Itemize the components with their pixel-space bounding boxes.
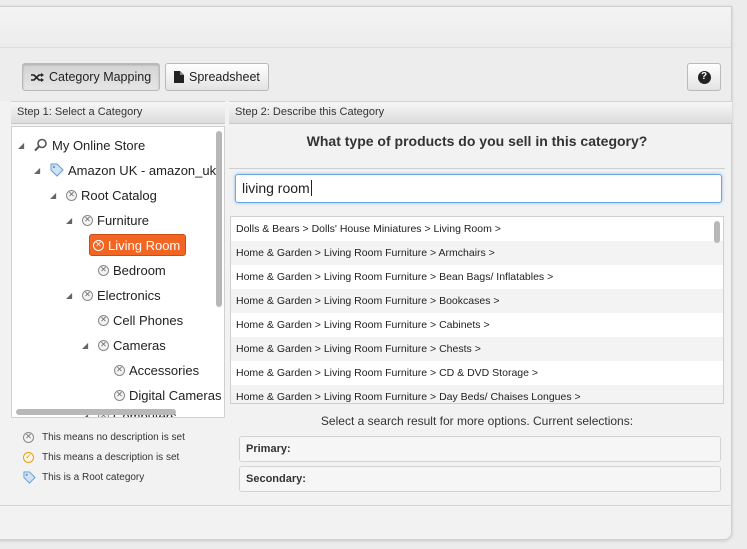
category-mapping-label: Category Mapping [49,70,152,84]
document-icon [174,71,184,83]
describe-panel: What type of products do you sell in thi… [229,125,725,503]
category-mapping-dialog: Category Mapping Spreadsheet ? Step 1: S… [0,6,732,540]
step1-header: Step 1: Select a Category [11,101,225,124]
legend: ✕ This means no description is set ✓ Thi… [11,427,225,487]
description-set-icon: ✓ [23,451,34,463]
tree-node-electronics[interactable]: ◢ ✕ Electronics [66,284,161,306]
search-result-row[interactable]: Home & Garden > Living Room Furniture > … [231,241,723,265]
tag-icon [50,163,64,177]
no-description-icon: ✕ [23,431,34,443]
tree-node-label: Amazon UK - amazon_uk [68,162,217,178]
tree-node-bedroom[interactable]: ✕ Bedroom [98,259,166,281]
legend-text: This is a Root category [42,471,145,483]
tree-node-label: Bedroom [113,262,166,278]
search-result-row[interactable]: Home & Garden > Living Room Furniture > … [231,337,723,361]
results-scrollbar[interactable] [714,221,720,243]
dialog-top-band [0,7,731,48]
no-description-icon: ✕ [114,389,125,401]
tree-node-living-room[interactable]: ✕ Living Room [89,234,187,256]
search-result-row[interactable]: Home & Garden > Living Room Furniture > … [231,265,723,289]
primary-selection: Primary: [239,436,721,462]
no-description-icon: ✕ [114,364,125,376]
bottom-divider [0,505,731,506]
legend-text: This means a description is set [42,451,180,463]
tree-node-label: Cameras [113,337,166,353]
tree-node-amazon[interactable]: ◢ Amazon UK - amazon_uk [34,159,217,181]
collapse-arrow-icon[interactable]: ◢ [66,291,72,300]
spreadsheet-button[interactable]: Spreadsheet [165,63,269,91]
toolbar: Category Mapping Spreadsheet ? [0,48,731,101]
no-description-icon: ✕ [93,239,104,251]
no-description-icon: ✕ [82,214,93,226]
collapse-arrow-icon[interactable]: ◢ [50,191,56,200]
collapse-arrow-icon[interactable]: ◢ [34,166,40,175]
search-icon [34,138,47,152]
category-tree: ◢ My Online Store ◢ Amazon UK - amazon_u… [11,126,225,418]
legend-description-set: ✓ This means a description is set [11,447,225,467]
help-button[interactable]: ? [687,63,721,91]
shuffle-icon [31,72,44,82]
collapse-arrow-icon[interactable]: ◢ [82,341,88,350]
legend-text: This means no description is set [42,431,185,443]
tree-node-accessories[interactable]: ✕ Accessories [114,359,199,381]
tree-vertical-scrollbar[interactable] [216,131,222,307]
tree-horizontal-scrollbar[interactable] [16,409,176,415]
category-panel: ◢ My Online Store ◢ Amazon UK - amazon_u… [11,125,225,503]
app-window: Category Mapping Spreadsheet ? Step 1: S… [0,0,747,549]
question-heading: What type of products do you sell in thi… [306,133,648,149]
search-input-value: living room [242,180,310,196]
tree-node-cell-phones[interactable]: ✕ Cell Phones [98,309,183,331]
tree-node-label: Digital Cameras [129,387,222,403]
search-result-row[interactable]: Home & Garden > Living Room Furniture > … [231,385,723,403]
search-result-row[interactable]: Dolls & Bears > Dolls' House Miniatures … [231,217,723,241]
no-description-icon: ✕ [66,189,77,201]
tag-icon [23,470,36,484]
tree-node-furniture[interactable]: ◢ ✕ Furniture [66,209,150,231]
tree-node-label: Accessories [129,362,200,378]
collapse-arrow-icon[interactable]: ◢ [18,141,24,150]
tree-node-cameras[interactable]: ◢ ✕ Cameras [82,334,166,356]
divider [229,168,725,169]
search-result-row[interactable]: Home & Garden > Living Room Furniture > … [231,361,723,385]
no-description-icon: ✕ [82,289,93,301]
tree-node-store[interactable]: ◢ My Online Store [18,134,146,156]
tree-node-label: Cell Phones [113,312,184,328]
secondary-selection: Secondary: [239,466,721,492]
spreadsheet-label: Spreadsheet [189,70,260,84]
legend-no-description: ✕ This means no description is set [11,427,225,447]
step2-header: Step 2: Describe this Category [229,101,732,124]
help-icon: ? [697,70,711,84]
tree-node-label: Living Room [108,237,181,253]
tree-node-label: My Online Store [52,137,146,153]
no-description-icon: ✕ [98,314,109,326]
no-description-icon: ✕ [98,339,109,351]
no-description-icon: ✕ [98,264,109,276]
legend-root-category: This is a Root category [11,467,225,487]
search-input[interactable]: living room [235,174,722,203]
collapse-arrow-icon[interactable]: ◢ [66,216,72,225]
search-result-row[interactable]: Home & Garden > Living Room Furniture > … [231,313,723,337]
category-mapping-button[interactable]: Category Mapping [22,63,161,91]
tree-node-label: Root Catalog [81,187,157,203]
search-result-row[interactable]: Home & Garden > Living Room Furniture > … [231,289,723,313]
selection-instructions: Select a search result for more options.… [320,414,634,428]
tree-node-root-catalog[interactable]: ◢ ✕ Root Catalog [50,184,157,206]
tree-node-label: Furniture [97,212,150,228]
search-results-list: Dolls & Bears > Dolls' House Miniatures … [230,216,724,404]
tree-node-digital-cameras[interactable]: ✕ Digital Cameras [114,384,221,406]
tree-node-label: Electronics [97,287,161,303]
